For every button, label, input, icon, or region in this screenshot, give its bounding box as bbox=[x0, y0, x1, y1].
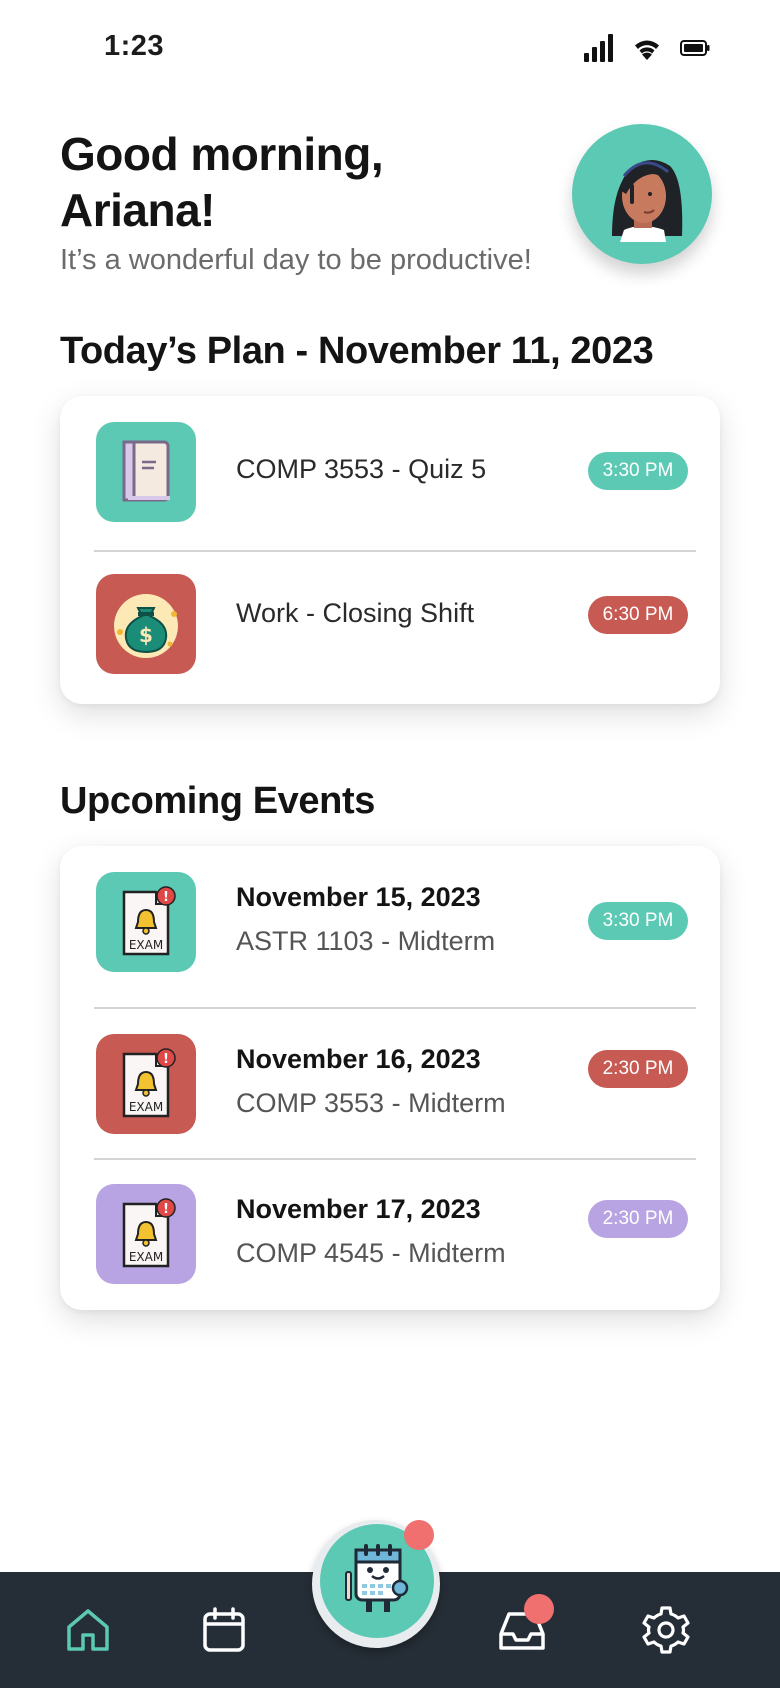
status-time: 1:23 bbox=[104, 30, 165, 62]
mascot-planner-icon bbox=[345, 1544, 409, 1612]
event-label: COMP 4545 - Midterm bbox=[236, 1238, 506, 1268]
greeting-line-2: Ariana! bbox=[60, 184, 215, 236]
exam-alert-icon: ! EXAM bbox=[96, 1034, 196, 1134]
status-bar: 1:23 bbox=[0, 0, 780, 96]
nav-home[interactable] bbox=[58, 1600, 118, 1660]
nav-calendar[interactable] bbox=[194, 1600, 254, 1660]
time-badge: 3:30 PM bbox=[588, 452, 688, 490]
notebook-icon bbox=[96, 422, 196, 522]
time-badge: 3:30 PM bbox=[588, 902, 688, 940]
event-date: November 17, 2023 bbox=[236, 1194, 481, 1224]
settings-icon bbox=[642, 1606, 690, 1654]
todays-plan-card: COMP 3553 - Quiz 5 3:30 PM $ Work - Clos… bbox=[60, 396, 720, 704]
exam-alert-icon: ! EXAM bbox=[96, 1184, 196, 1284]
greeting-subtitle: It’s a wonderful day to be productive! bbox=[60, 244, 532, 276]
assistant-notification-badge bbox=[404, 1520, 434, 1550]
list-item[interactable]: ! EXAM November 15, 2023 ASTR 1103 - Midt… bbox=[60, 846, 720, 1008]
time-badge: 2:30 PM bbox=[588, 1050, 688, 1088]
plan-item-label: COMP 3553 - Quiz 5 bbox=[236, 454, 487, 484]
greeting-line-1: Good morning, bbox=[60, 128, 384, 180]
list-item[interactable]: ! EXAM November 17, 2023 COMP 4545 - Midt… bbox=[60, 1160, 720, 1310]
event-date: November 16, 2023 bbox=[236, 1044, 481, 1074]
time-badge: 2:30 PM bbox=[588, 1200, 688, 1238]
exam-alert-icon: ! EXAM bbox=[96, 872, 196, 972]
svg-text:EXAM: EXAM bbox=[129, 938, 163, 952]
profile-avatar[interactable] bbox=[572, 124, 712, 264]
svg-text:!: ! bbox=[163, 1052, 169, 1067]
wifi-icon bbox=[632, 36, 662, 65]
woman-portrait-icon bbox=[612, 160, 683, 242]
list-item[interactable]: ! EXAM November 16, 2023 COMP 3553 - Midt… bbox=[60, 1008, 720, 1160]
upcoming-events-heading: Upcoming Events bbox=[60, 780, 375, 822]
time-badge: 6:30 PM bbox=[588, 596, 688, 634]
calendar-icon bbox=[203, 1607, 245, 1652]
list-item[interactable]: COMP 3553 - Quiz 5 3:30 PM bbox=[60, 396, 720, 552]
svg-text:EXAM: EXAM bbox=[129, 1250, 163, 1264]
cellular-signal-icon bbox=[584, 34, 614, 67]
battery-icon bbox=[680, 40, 710, 61]
svg-text:EXAM: EXAM bbox=[129, 1100, 163, 1114]
svg-text:!: ! bbox=[163, 890, 169, 905]
todays-plan-heading: Today’s Plan - November 11, 2023 bbox=[60, 330, 654, 372]
svg-text:$: $ bbox=[139, 623, 153, 647]
event-date: November 15, 2023 bbox=[236, 882, 481, 912]
greeting-heading: Good morning, Ariana! bbox=[60, 126, 560, 238]
nav-settings[interactable] bbox=[636, 1600, 696, 1660]
event-label: COMP 3553 - Midterm bbox=[236, 1088, 506, 1118]
status-icons bbox=[584, 34, 710, 67]
money-bag-icon: $ bbox=[96, 574, 196, 674]
inbox-notification-badge bbox=[524, 1594, 554, 1624]
event-label: ASTR 1103 - Midterm bbox=[236, 926, 496, 956]
list-item[interactable]: $ Work - Closing Shift 6:30 PM bbox=[60, 552, 720, 704]
home-icon bbox=[67, 1609, 109, 1651]
upcoming-events-card: ! EXAM November 15, 2023 ASTR 1103 - Midt… bbox=[60, 846, 720, 1310]
svg-text:!: ! bbox=[163, 1202, 169, 1217]
plan-item-label: Work - Closing Shift bbox=[236, 598, 475, 628]
